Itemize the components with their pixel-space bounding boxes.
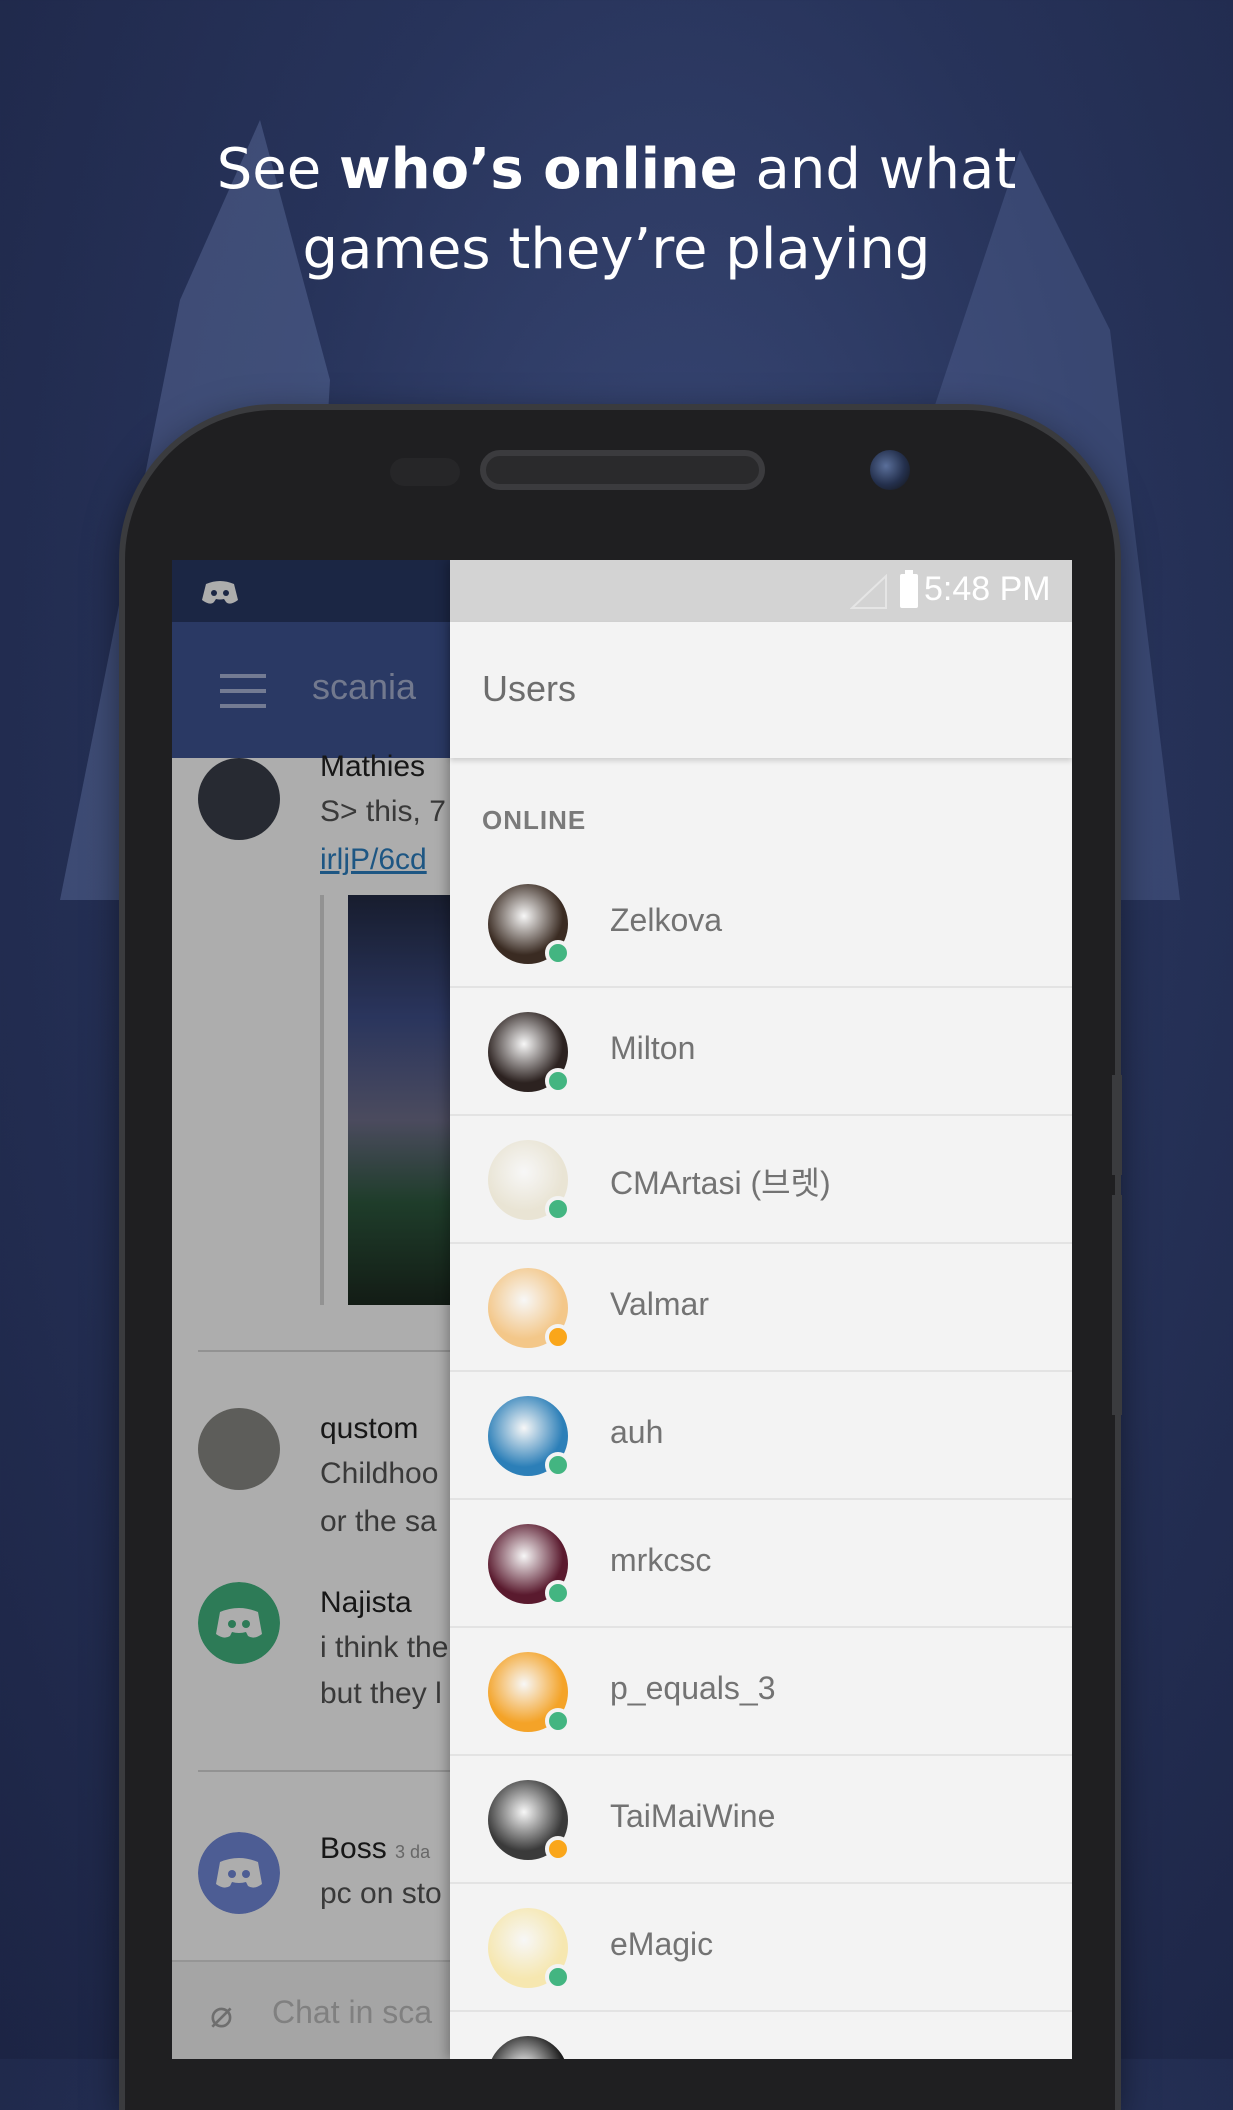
user-name: Zelkova	[610, 902, 723, 938]
user-list-item[interactable]: TaiMaiWine	[450, 1756, 1072, 1884]
section-label-online: ONLINE	[482, 805, 587, 835]
status-indicator-icon	[545, 1836, 571, 1862]
battery-icon	[900, 570, 918, 608]
drawer-title: Users	[482, 668, 577, 709]
user-list-item[interactable]: Milton	[450, 988, 1072, 1116]
status-indicator-icon	[545, 1708, 571, 1734]
status-bar: 5:48 PM	[450, 560, 1072, 622]
user-list-item[interactable]: mrkcsc	[450, 1500, 1072, 1628]
user-name: mrkcsc	[610, 1542, 712, 1578]
status-indicator-icon	[545, 940, 571, 966]
volume-button	[1112, 1195, 1122, 1415]
user-list-item[interactable]: Valmar	[450, 1244, 1072, 1372]
speaker-grille	[480, 450, 765, 490]
user-list-item[interactable]: SpiritOfMix (Fuzz)	[450, 2012, 1072, 2059]
user-list-item[interactable]: Zelkova	[450, 860, 1072, 988]
user-name: auh	[610, 1414, 664, 1450]
status-indicator-icon	[545, 1324, 571, 1350]
status-indicator-icon	[545, 1068, 571, 1094]
user-name: eMagic	[610, 1926, 714, 1962]
user-list-item[interactable]: CMArtasi (브렛)	[450, 1116, 1072, 1244]
user-name: SpiritOfMix (Fuzz)	[610, 2054, 866, 2059]
power-button	[1112, 1075, 1122, 1175]
status-indicator-icon	[545, 1580, 571, 1606]
drawer-header: Users	[450, 622, 1072, 758]
status-indicator-icon	[545, 1964, 571, 1990]
headline-suffix: and what	[737, 137, 1017, 202]
user-name: CMArtasi (브렛)	[610, 1165, 831, 1201]
signal-icon	[850, 574, 887, 609]
avatar	[488, 2036, 568, 2059]
headline: See who’s online and what games they’re …	[0, 130, 1233, 290]
headline-prefix: See	[216, 137, 339, 202]
user-list-item[interactable]: auh	[450, 1372, 1072, 1500]
sensor	[390, 458, 460, 486]
phone-screen: scania Mathies S> this, 7 irljP/6cd qust…	[172, 560, 1072, 2059]
user-name: p_equals_3	[610, 1670, 776, 1706]
user-list-item[interactable]: eMagic	[450, 1884, 1072, 2012]
status-indicator-icon	[545, 1196, 571, 1222]
users-drawer: 5:48 PM Users ONLINE Zelkova Milton CMArta…	[450, 560, 1072, 2059]
camera-lens	[870, 450, 910, 490]
user-name: Milton	[610, 1030, 696, 1066]
user-name: Valmar	[610, 1286, 709, 1322]
user-name: TaiMaiWine	[610, 1798, 776, 1834]
user-list-item[interactable]: p_equals_3	[450, 1628, 1072, 1756]
headline-bold: who’s online	[338, 137, 738, 202]
clock: 5:48 PM	[924, 570, 1051, 608]
headline-line2: games they’re playing	[302, 217, 931, 282]
status-indicator-icon	[545, 1452, 571, 1478]
